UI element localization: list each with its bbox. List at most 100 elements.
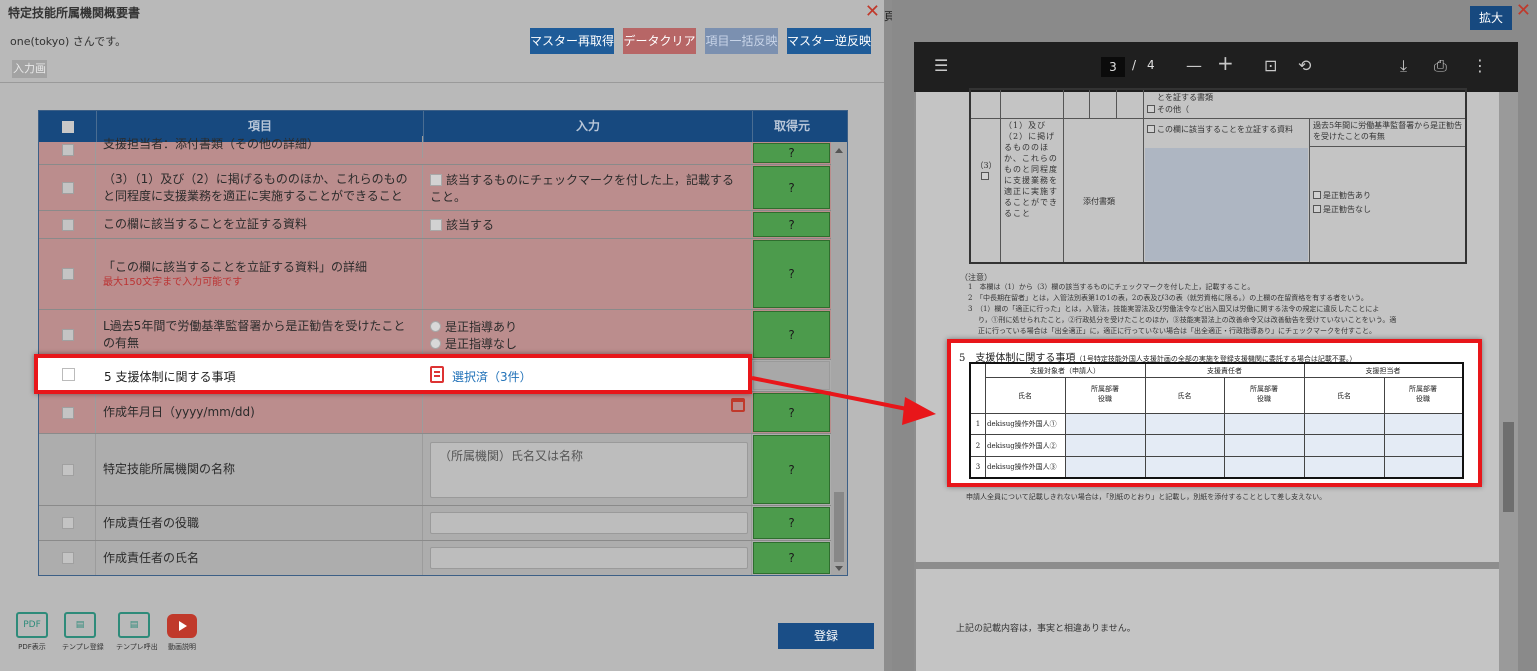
pdf-page: 上記の記載内容は，事実と相違ありません。 [916, 569, 1499, 671]
download-icon[interactable]: ⤓ [1400, 57, 1407, 75]
select-all-checkbox[interactable] [61, 121, 74, 133]
detail-textarea[interactable] [424, 239, 752, 309]
master-reverse-button[interactable]: マスター逆反映 [787, 28, 871, 54]
sub-header: 氏名 [1177, 392, 1192, 400]
position-input[interactable] [430, 512, 748, 534]
option-checkbox[interactable] [430, 173, 442, 186]
page-total: 4 [1147, 58, 1155, 72]
support-table: 支援対象者（申請人） 支援責任者 支援担当者 氏名 所属部署 役職 氏名 所属部… [969, 362, 1464, 479]
pdf-view-button[interactable]: PDF PDF表示 [14, 612, 50, 652]
pdf-text: とを証する書類 [1157, 93, 1213, 102]
row-checkbox[interactable] [62, 463, 74, 476]
row-label: L過去5年間で労働基準監督署から是正勧告を受けたことの有無 [103, 318, 406, 350]
row-checkbox[interactable] [62, 517, 74, 529]
menu-icon[interactable]: ☰ [934, 57, 948, 75]
scroll-thumb[interactable] [1503, 422, 1514, 512]
source-button[interactable]: ? [753, 240, 830, 308]
input-tab[interactable]: 入力画 [12, 60, 47, 78]
checkbox-option[interactable]: 該当するものにチェックマークを付した上，記載すること。 [430, 171, 745, 205]
pdf-text: 添付書類 [1083, 197, 1115, 206]
date-input[interactable] [424, 392, 752, 433]
group-header: 支援担当者 [1365, 367, 1401, 375]
fit-page-icon[interactable]: ⊡ [1264, 57, 1277, 75]
pdf-scrollbar[interactable] [1499, 92, 1518, 671]
row-checkbox[interactable] [62, 144, 74, 156]
master-refetch-button[interactable]: マスター再取得 [530, 28, 614, 54]
expand-button[interactable]: 拡大 [1470, 6, 1512, 30]
checkbox-option[interactable]: 該当する [430, 216, 745, 233]
source-button[interactable]: ? [753, 507, 830, 539]
list-icon[interactable] [430, 366, 444, 383]
template-load-button[interactable]: ▤ テンプレ呼出 [116, 612, 158, 652]
source-button[interactable]: ? [753, 143, 830, 163]
pdf-table: とを証する書類 その他（ （3） （1）及び（2）に掲げるもののほか、これらのも… [969, 88, 1467, 264]
form-grid: 項目 入力 取得元 支援担当者：添付書類（その他の詳細） ? （3）（1）及び（… [38, 110, 848, 576]
print-icon[interactable]: ⎙ [1434, 57, 1447, 75]
org-name-textarea[interactable]: （所属機関）氏名又は名称 [430, 441, 748, 498]
page-number-input[interactable]: 3 [1101, 57, 1125, 77]
source-button[interactable]: ? [753, 542, 830, 574]
pdf-dialog: ✕ 拡大 ☰ 3 / 4 — + ⊡ ⟲ ⤓ ⎙ ⋮ とを証する書類 その他（ … [892, 0, 1537, 671]
pdf-text: 3 （1）欄の「適正に行った」とは，入管法，技能実習法及び労働法令など出入国又は… [968, 305, 1380, 313]
pdf-text: 正に行っている場合は「出全適正」に，適正に行っていない場合は「出全適正・行政指導… [978, 327, 1376, 335]
pdf-text: その他（ [1147, 104, 1189, 115]
header-input: 入力 [424, 111, 753, 142]
more-icon[interactable]: ⋮ [1472, 57, 1488, 75]
scroll-down-icon[interactable] [835, 566, 843, 571]
item-reflect-button[interactable]: 項目一括反映 [705, 28, 778, 54]
scroll-thumb[interactable] [834, 492, 844, 562]
source-button[interactable]: ? [753, 311, 830, 358]
select-all-cell [39, 111, 97, 142]
pdf-text: 是正勧告なし [1313, 204, 1371, 215]
template-save-button[interactable]: ▤ テンプレ登録 [62, 612, 104, 652]
register-button[interactable]: 登録 [778, 623, 874, 649]
row-checkbox[interactable] [62, 181, 74, 194]
close-icon[interactable]: ✕ [1516, 0, 1531, 21]
row-label: 作成年月日（yyyy/mm/dd) [103, 405, 255, 419]
row-number: 1 [975, 420, 981, 428]
option-checkbox[interactable] [430, 219, 442, 231]
scroll-up-icon[interactable] [835, 148, 843, 153]
radio-button[interactable] [430, 337, 441, 349]
row-checkbox[interactable] [62, 406, 74, 419]
manager-name-input[interactable] [430, 547, 748, 569]
applicant-name: dekisug操作外国人③ [987, 463, 1057, 471]
row-checkbox[interactable] [62, 268, 74, 280]
pdf-text: （1）及び（2）に掲げるもののほか、これらのものと同程度に支援業務を適正に実施す… [1004, 121, 1058, 218]
applicant-name: dekisug操作外国人① [987, 420, 1057, 428]
source-button[interactable]: ? [753, 212, 830, 237]
rotate-icon[interactable]: ⟲ [1298, 57, 1311, 75]
source-button[interactable]: ? [753, 166, 830, 209]
pdf-text: 是正勧告あり [1313, 190, 1371, 201]
row-checkbox[interactable] [62, 328, 74, 341]
pdf-text: （3） [973, 160, 999, 182]
minus-icon[interactable]: — [1186, 57, 1202, 75]
radio-button[interactable] [430, 320, 441, 332]
plus-icon[interactable]: + [1217, 53, 1234, 73]
calendar-icon[interactable] [731, 398, 745, 412]
form-dialog: 特定技能所属機関概要書 ✕ one(tokyo) さんです。 マスター再取得 デ… [0, 0, 884, 671]
background-strip [884, 0, 892, 671]
radio-option[interactable]: 是正指導なし [430, 335, 745, 352]
row-checkbox[interactable] [62, 368, 75, 381]
grid-scrollbar[interactable] [831, 142, 847, 575]
radio-option[interactable]: 是正指導あり [430, 318, 745, 335]
selected-count-link[interactable]: 選択済（3件） [452, 368, 532, 385]
table-row: 「この欄に該当することを立証する資料」の詳細 最大150文字まで入力可能です ? [39, 239, 847, 310]
source-button[interactable]: ? [753, 435, 830, 504]
sub-header: 所属部署 役職 [1250, 385, 1278, 403]
source-button[interactable]: ? [753, 393, 830, 432]
highlighted-row-support-system[interactable]: 5 支援体制に関する事項 選択済（3件） [34, 354, 752, 394]
row-checkbox[interactable] [62, 552, 74, 564]
close-icon[interactable]: ✕ [865, 1, 880, 22]
dialog-title: 特定技能所属機関概要書 [8, 6, 141, 20]
table-row: （3）（1）及び（2）に掲げるもののほか、これらのものと同程度に支援業務を適正に… [39, 165, 847, 211]
video-guide-button[interactable]: 動画説明 [164, 612, 200, 652]
pdf-text: 申請人全員について記載しきれない場合は，「別紙のとおり」と記載し，別紙を添付する… [966, 493, 1327, 501]
row-checkbox[interactable] [62, 218, 74, 231]
divider [0, 82, 884, 83]
pdf-text: 上記の記載内容は，事実と相違ありません。 [956, 624, 1136, 634]
data-clear-button[interactable]: データクリア [623, 28, 696, 54]
row-label: 作成責任者の氏名 [103, 550, 200, 565]
pdf-text: り，①刑に処せられたこと，②行政処分を受けたことのほか，③技能実習法上の改善命令… [978, 316, 1397, 324]
